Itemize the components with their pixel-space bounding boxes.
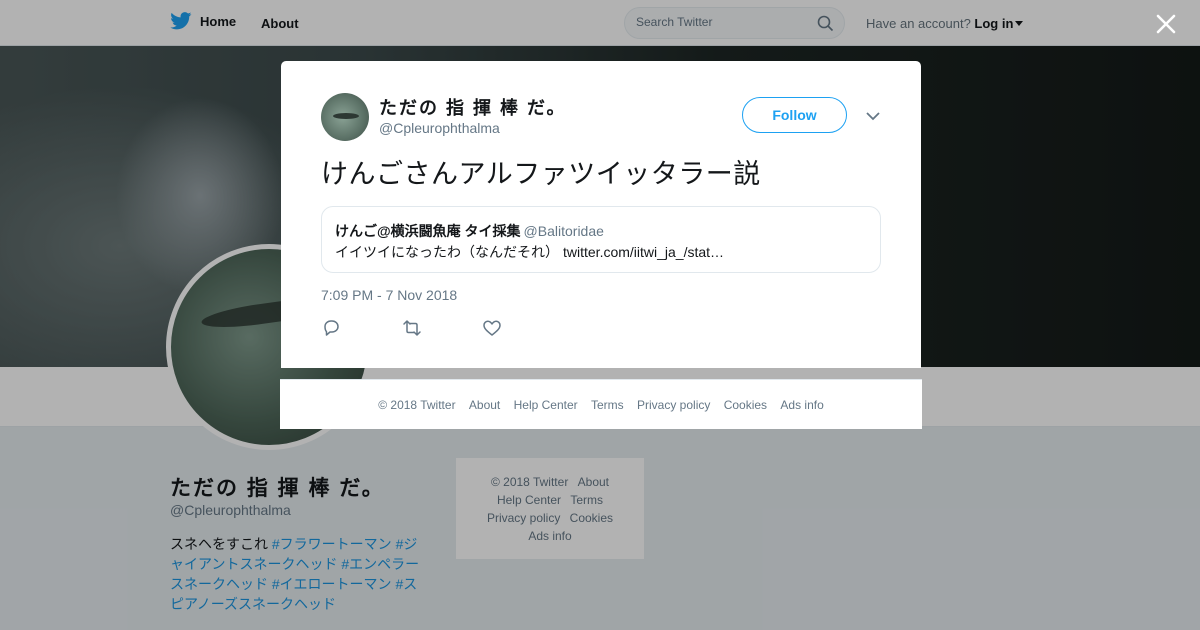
footer-cookies-link[interactable]: Cookies [724,398,767,412]
close-icon[interactable] [1152,10,1180,38]
quoted-author-name: けんご@横浜闘魚庵 タイ採集 [335,223,521,239]
author-handle[interactable]: @Cpleurophthalma [379,120,500,136]
footer-copyright: © 2018 Twitter [378,398,456,412]
author-avatar[interactable] [321,93,369,141]
retweet-icon[interactable] [401,318,481,338]
quoted-author: けんご@横浜闘魚庵 タイ採集 @Balitoridae [335,221,604,241]
footer-privacy-link[interactable]: Privacy policy [637,398,710,412]
tweet-actions [321,318,561,338]
footer-about-link[interactable]: About [469,398,500,412]
modal-footer: © 2018 Twitter About Help Center Terms P… [280,379,922,429]
tweet-text: けんごさんアルファツイッタラー説 [321,159,761,189]
footer-help-link[interactable]: Help Center [514,398,578,412]
footer-ads-link[interactable]: Ads info [780,398,823,412]
tweet-modal: ただの 指 揮 棒 だ。 @Cpleurophthalma Follow けんご… [281,61,921,368]
quoted-tweet[interactable]: けんご@横浜闘魚庵 タイ採集 @Balitoridae イイツイになったわ（なんだ… [321,206,881,273]
chevron-down-icon[interactable] [863,109,883,123]
quoted-link[interactable]: twitter.com/iitwi_ja_/stat… [563,244,724,260]
reply-icon[interactable] [321,318,401,338]
quoted-author-handle: @Balitoridae [523,223,604,239]
tweet-timestamp[interactable]: 7:09 PM - 7 Nov 2018 [321,287,457,303]
like-icon[interactable] [481,318,561,338]
quoted-text-line: イイツイになったわ（なんだそれ） twitter.com/iitwi_ja_/st… [335,242,724,262]
follow-button[interactable]: Follow [742,97,847,133]
author-name[interactable]: ただの 指 揮 棒 だ。 [379,94,566,120]
quoted-text: イイツイになったわ（なんだそれ） [335,244,559,260]
footer-terms-link[interactable]: Terms [591,398,624,412]
